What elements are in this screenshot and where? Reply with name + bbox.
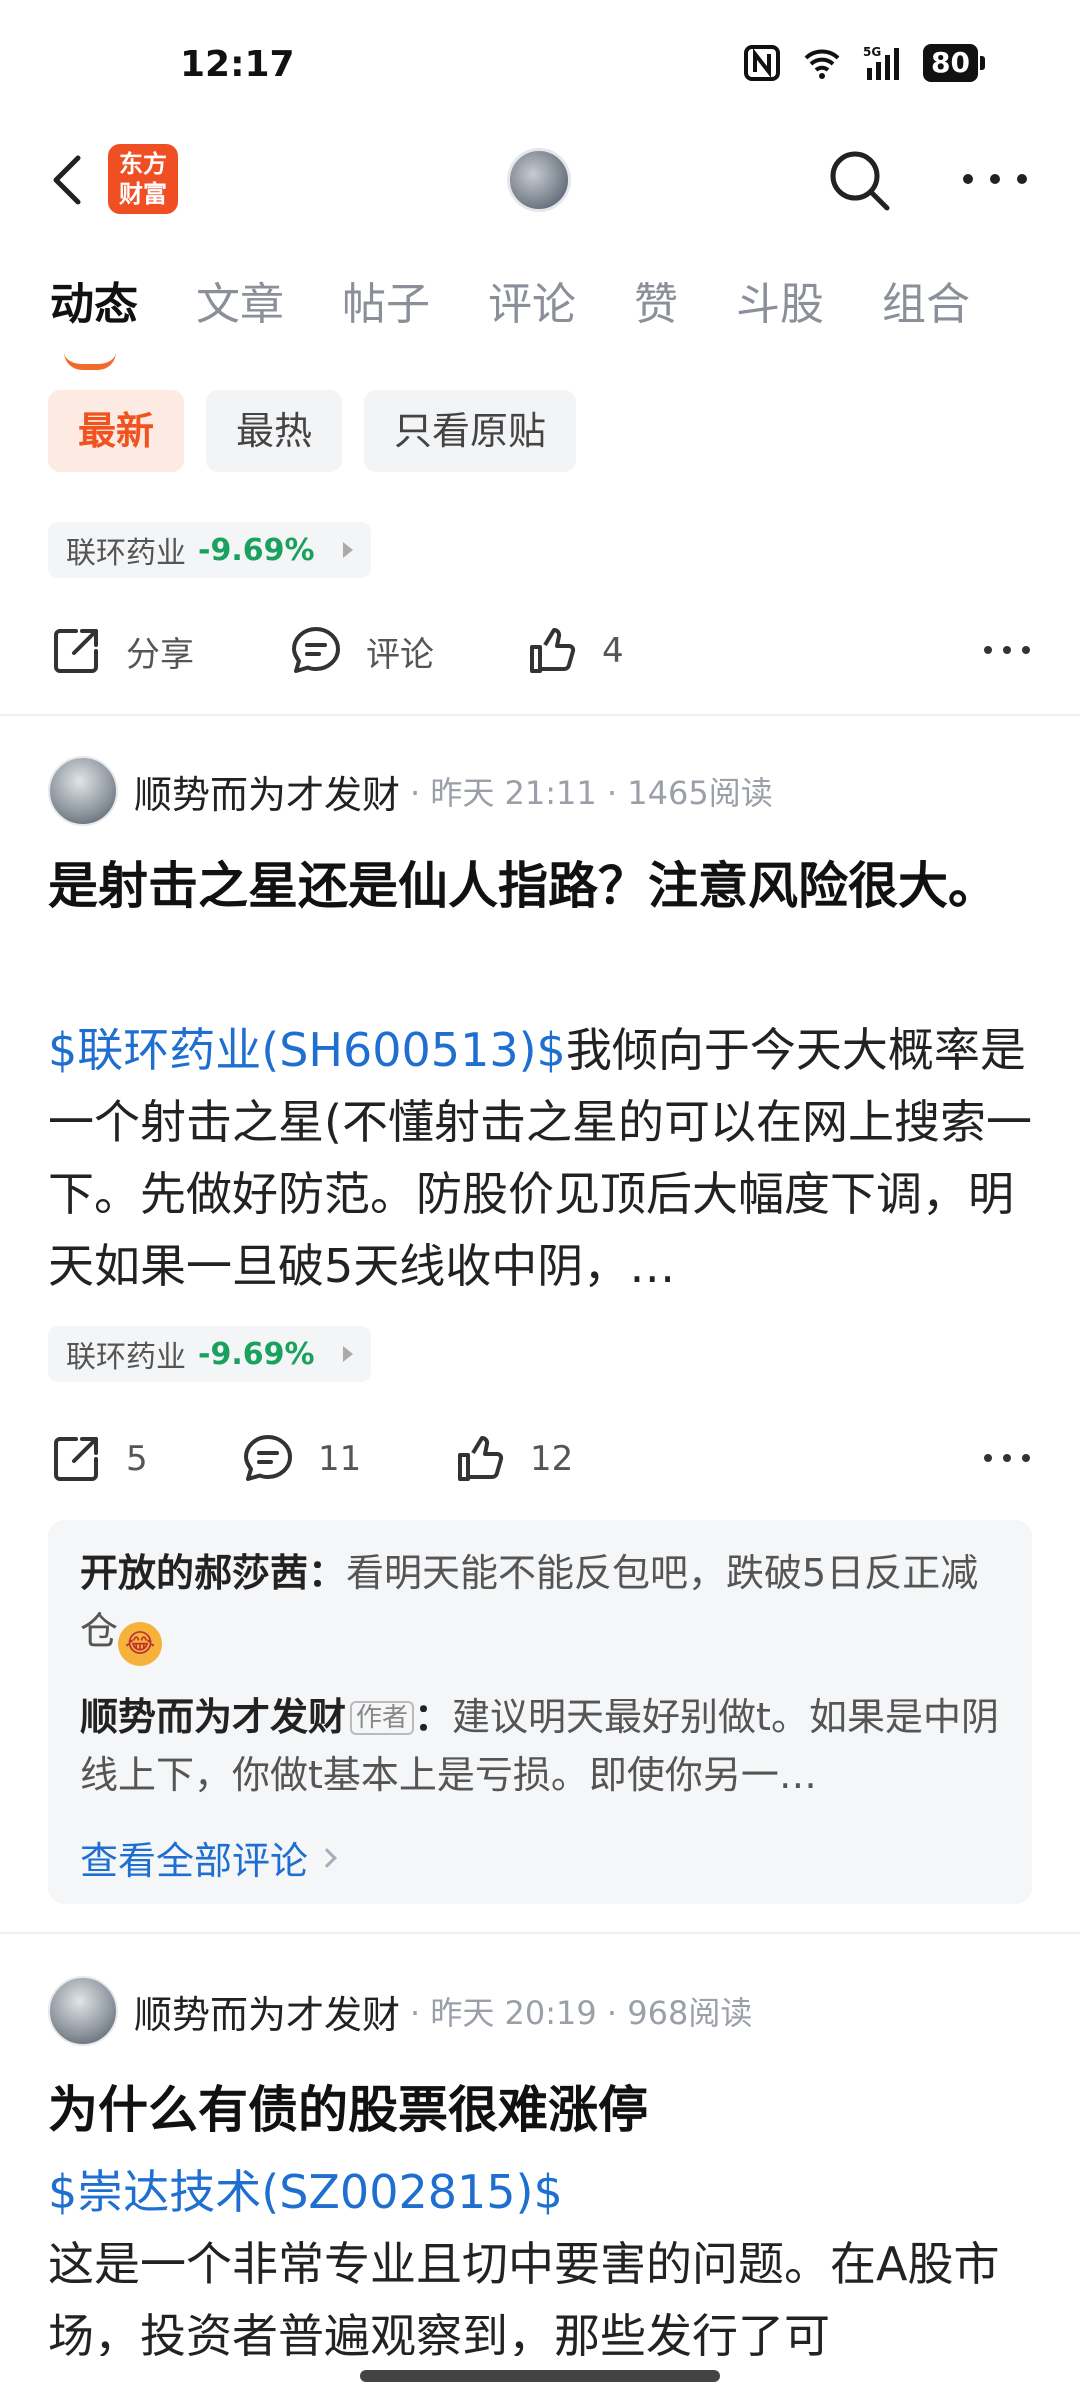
chevron-right-icon [317, 1847, 337, 1868]
share-button[interactable]: 5 [48, 1431, 240, 1487]
nfc-icon [744, 45, 781, 81]
top-bar: 东方 财富 [0, 130, 1080, 230]
search-icon[interactable] [825, 146, 893, 214]
filter-hottest[interactable]: 最热 [206, 390, 343, 472]
stock-tag[interactable]: 联环药业 -9.69% [48, 522, 371, 578]
post-author-row[interactable]: 顺势而为才发财 · 昨天 21:11 · 1465阅读 [48, 756, 773, 826]
battery-indicator: 80 [923, 44, 985, 82]
comment-icon [244, 1435, 292, 1481]
svg-text:5G: 5G [863, 45, 881, 59]
action-bar: 分享 评论 4 [48, 616, 1032, 686]
divider [0, 1932, 1080, 1934]
comment-item[interactable]: 开放的郝莎茜：看明天能不能反包吧，跌破5日反正减仓 😂 [80, 1544, 1000, 1666]
home-indicator[interactable] [360, 2370, 720, 2382]
filter-latest[interactable]: 最新 [48, 390, 185, 472]
stock-tag[interactable]: 联环药业 -9.69% [48, 1326, 371, 1382]
post-body[interactable]: $崇达技术(SZ002815)$ 这是一个非常专业且切中要害的问题。在A股市场，… [48, 2156, 1032, 2356]
thumbs-up-icon [530, 628, 576, 673]
author-avatar[interactable] [48, 756, 118, 826]
comment-user[interactable]: 开放的郝莎茜： [80, 1551, 346, 1595]
more-options-icon[interactable] [960, 164, 1030, 194]
stock-link[interactable]: $联环药业(SH600513)$ [48, 1023, 566, 1077]
filter-chips: 最新 最热 只看原贴 [48, 390, 577, 472]
post-meta: · 昨天 20:19 · 968阅读 [410, 1994, 753, 2032]
signal-icon: 5G [863, 45, 900, 80]
tab-stock-battle[interactable]: 斗股 [736, 268, 824, 332]
author-name[interactable]: 顺势而为才发财 [134, 764, 400, 819]
comment-item[interactable]: 顺势而为才发财 作者 ：建议明天最好别做t。如果是中阴线上下，你做t基本上是亏损。即… [80, 1688, 1000, 1804]
comment-user[interactable]: 顺势而为才发财 [80, 1695, 346, 1739]
share-button[interactable]: 分享 [48, 623, 288, 679]
tab-posts[interactable]: 帖子 [342, 268, 430, 332]
post-author-row[interactable]: 顺势而为才发财 · 昨天 20:19 · 968阅读 [48, 1976, 752, 2046]
status-bar: 12:17 5G 80 [0, 0, 1080, 120]
app-logo[interactable]: 东方 财富 [108, 144, 178, 214]
laughing-emoji-icon: 😂 [118, 1622, 163, 1666]
author-badge: 作者 [350, 1701, 415, 1735]
tab-portfolio[interactable]: 组合 [882, 268, 970, 332]
like-button[interactable]: 4 [524, 623, 624, 679]
post-more-icon[interactable] [982, 642, 1032, 658]
tab-articles[interactable]: 文章 [196, 268, 284, 332]
post-meta: · 昨天 21:11 · 1465阅读 [410, 774, 773, 812]
play-arrow-icon [342, 1346, 353, 1362]
tab-comments[interactable]: 评论 [488, 268, 576, 332]
comment-preview-box[interactable]: 开放的郝莎茜：看明天能不能反包吧，跌破5日反正减仓 😂 顺势而为才发财 作者 ：建议明… [48, 1520, 1032, 1904]
author-name[interactable]: 顺势而为才发财 [134, 1984, 400, 2039]
divider [0, 714, 1080, 716]
back-arrow-icon[interactable] [40, 148, 100, 212]
post-more-icon[interactable] [982, 1450, 1032, 1466]
wifi-icon [804, 49, 840, 79]
comment-button[interactable]: 11 [240, 1431, 452, 1487]
profile-avatar[interactable] [507, 148, 571, 212]
thumbs-up-icon [458, 1436, 504, 1481]
play-arrow-icon [342, 542, 353, 558]
status-time: 12:17 [180, 44, 295, 85]
comment-icon [292, 627, 340, 673]
author-avatar[interactable] [48, 1976, 118, 2046]
share-icon [54, 1437, 98, 1481]
comment-button[interactable]: 评论 [288, 623, 524, 679]
filter-original-only[interactable]: 只看原贴 [364, 390, 577, 472]
post-title[interactable]: 为什么有债的股票很难涨停 [48, 2070, 1032, 2150]
tab-likes[interactable]: 赞 [634, 268, 678, 332]
like-button[interactable]: 12 [452, 1431, 573, 1487]
stock-link[interactable]: $崇达技术(SZ002815)$ [48, 2156, 1032, 2228]
action-bar: 5 11 12 [48, 1424, 1032, 1494]
post-body[interactable]: $联环药业(SH600513)$我倾向于今天大概率是一个射击之星(不懂射击之星的… [48, 1014, 1032, 1302]
see-all-comments-link[interactable]: 查看全部评论 [80, 1830, 1000, 1885]
post-title[interactable]: 是射击之星还是仙人指路？注意风险很大。 [48, 846, 1032, 926]
tab-bar: 动态 文章 帖子 评论 赞 斗股 组合 [50, 268, 1028, 370]
share-icon [54, 629, 98, 673]
tab-dynamic[interactable]: 动态 [50, 268, 138, 370]
